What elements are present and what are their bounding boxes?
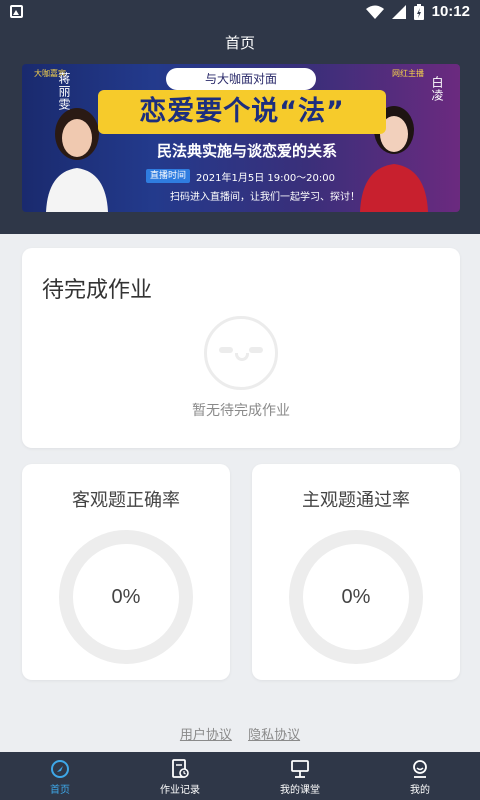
banner-invite-text: 扫码进入直播间，让我们一起学习、探讨！: [170, 192, 360, 203]
objective-accuracy-value: 0%: [111, 585, 141, 608]
footer-links: 用户协议 隐私协议: [0, 724, 480, 743]
banner-sub-title: 民法典实施与谈恋爱的关系: [156, 142, 337, 160]
banner-top-text: 与大咖面对面: [166, 68, 316, 90]
homework-record-icon: [172, 759, 189, 778]
todo-empty-text: 暂无待完成作业: [192, 403, 290, 419]
privacy-link[interactable]: 隐私协议: [248, 728, 300, 743]
banner-time-row: 直播时间 2021年1月5日 19:00～20:00: [146, 168, 396, 184]
tab-home[interactable]: 首页: [0, 752, 120, 800]
profile-icon: [413, 760, 427, 778]
status-time: 10:12: [431, 3, 470, 20]
promo-banner[interactable]: 大咖嘉宾 蒋丽雯 网红主播 白凌 与大咖面对面 恋爱要个说“法” 民法典实施与谈…: [22, 64, 460, 212]
status-bar: 10:12: [0, 0, 480, 24]
classroom-icon: [291, 760, 309, 778]
page-title: 首页: [224, 34, 255, 52]
tab-profile-label: 我的: [410, 785, 430, 796]
home-icon: [51, 760, 69, 778]
todo-title: 待完成作业: [42, 278, 153, 303]
tab-homework-record[interactable]: 作业记录: [120, 752, 240, 800]
tab-profile[interactable]: 我的: [360, 752, 480, 800]
tab-classroom[interactable]: 我的课堂: [240, 752, 360, 800]
wifi-icon: [365, 5, 384, 19]
header: 首页 大咖嘉宾 蒋丽雯 网红主播 白凌 与大咖面对面 恋爱要个说“法” 民法典实…: [0, 24, 480, 234]
banner-time-tag: 直播时间: [146, 169, 191, 183]
user-agreement-link[interactable]: 用户协议: [180, 728, 232, 743]
subjective-pass-card: 主观题通过率 0%: [252, 464, 460, 680]
objective-accuracy-card: 客观题正确率 0%: [22, 464, 230, 680]
host-right-tag: 网红主播: [392, 69, 424, 78]
objective-accuracy-title: 客观题正确率: [72, 490, 180, 511]
tab-home-label: 首页: [50, 785, 70, 796]
banner-time-text: 2021年1月5日 19:00～20:00: [196, 172, 336, 184]
tab-classroom-label: 我的课堂: [280, 785, 320, 796]
signal-icon: [391, 4, 406, 19]
subjective-pass-ring: 0%: [289, 530, 423, 664]
notification-icon: [10, 5, 23, 18]
objective-accuracy-ring: 0%: [59, 530, 193, 664]
tab-homework-record-label: 作业记录: [160, 785, 200, 796]
empty-face-icon: [204, 316, 278, 390]
todo-card: 待完成作业 暂无待完成作业: [22, 248, 460, 448]
banner-main-title: 恋爱要个说“法”: [98, 90, 386, 134]
subjective-pass-value: 0%: [341, 585, 371, 608]
subjective-pass-title: 主观题通过率: [302, 490, 410, 511]
battery-icon: [413, 3, 424, 20]
bottom-tab-bar: 首页 作业记录 我的课堂 我的: [0, 752, 480, 800]
